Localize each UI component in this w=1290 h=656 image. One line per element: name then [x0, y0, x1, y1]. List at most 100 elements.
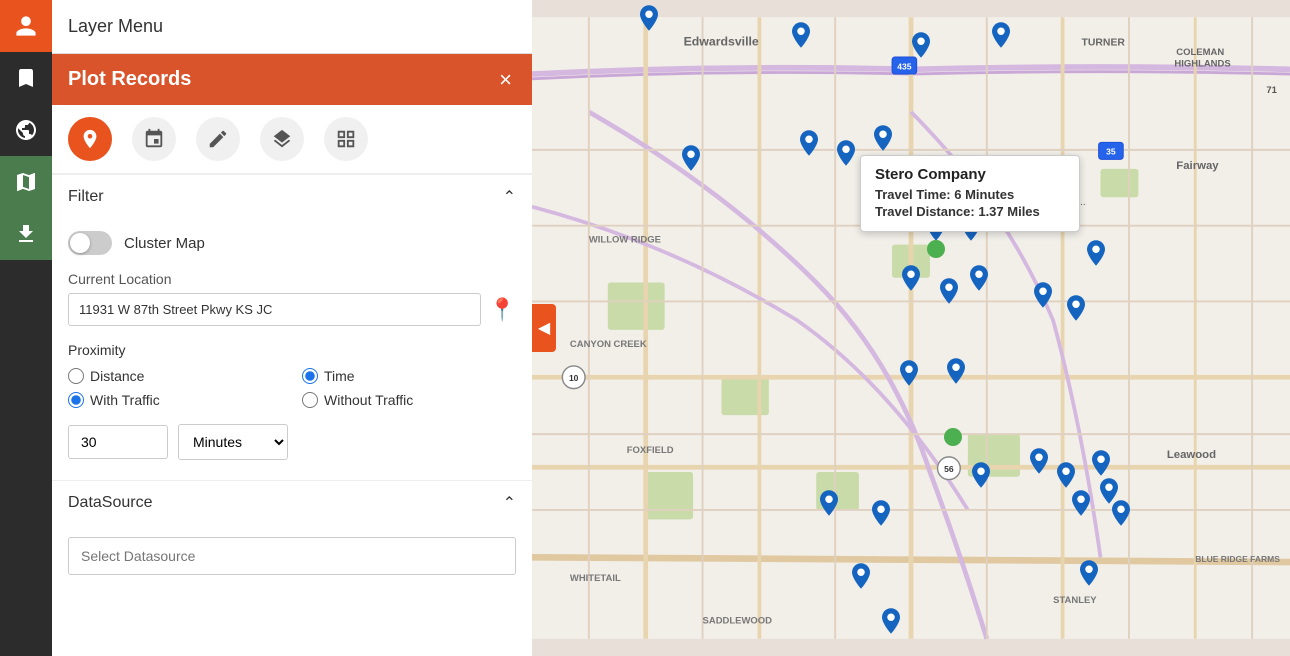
datasource-input[interactable] — [68, 537, 516, 575]
svg-text:WHITETAIL: WHITETAIL — [570, 573, 621, 584]
map-popup: Stero Company Travel Time: 6 Minutes Tra… — [860, 155, 1080, 232]
layer-menu-header: Layer Menu — [52, 0, 532, 54]
svg-text:71: 71 — [1266, 85, 1277, 96]
tab-grid[interactable] — [324, 117, 368, 161]
map-pin-5[interactable] — [682, 145, 700, 176]
svg-text:435: 435 — [897, 61, 911, 71]
svg-text:TURNER: TURNER — [1082, 38, 1126, 49]
with-traffic-radio[interactable] — [68, 392, 84, 408]
popup-travel-time: Travel Time: 6 Minutes — [875, 187, 1065, 202]
location-input[interactable] — [68, 293, 481, 326]
without-traffic-label: Without Traffic — [324, 392, 413, 408]
svg-text:CANYON CREEK: CANYON CREEK — [570, 339, 647, 350]
map-pin-16[interactable] — [1034, 282, 1052, 313]
map-toggle-button[interactable]: ◀ — [532, 304, 556, 352]
datasource-label: DataSource — [68, 494, 153, 512]
datasource-section-content — [52, 525, 532, 595]
svg-text:56: 56 — [944, 464, 954, 474]
map-pin-12[interactable] — [1087, 240, 1105, 271]
map-pin-4[interactable] — [992, 22, 1010, 53]
map-pin-17[interactable] — [1067, 295, 1085, 326]
map-pin-22[interactable] — [972, 462, 990, 493]
tab-icons-row — [52, 105, 532, 174]
map-pin-28[interactable] — [1112, 500, 1130, 531]
filter-section-header[interactable]: Filter ⌃ — [52, 174, 532, 219]
svg-text:10: 10 — [569, 373, 579, 383]
plot-records-title: Plot Records — [68, 68, 191, 91]
map-pin-26[interactable] — [1072, 490, 1090, 521]
time-radio[interactable] — [302, 368, 318, 384]
current-location-pin — [927, 240, 945, 263]
map-pin-13[interactable] — [902, 265, 920, 296]
tab-layers[interactable] — [260, 117, 304, 161]
unit-select[interactable]: Minutes Hours — [178, 424, 288, 460]
map-pin-21[interactable] — [872, 500, 890, 531]
map-pin-20[interactable] — [820, 490, 838, 521]
map-pin-8[interactable] — [874, 125, 892, 156]
filter-label: Filter — [68, 188, 104, 206]
svg-text:FOXFIELD: FOXFIELD — [627, 445, 674, 456]
panel-area: Layer Menu Plot Records × — [52, 0, 532, 656]
map-pin-24[interactable] — [1057, 462, 1075, 493]
map-pin-7[interactable] — [837, 140, 855, 171]
map-pin-31[interactable] — [882, 608, 900, 639]
popup-company: Stero Company — [875, 166, 1065, 183]
svg-text:BLUE RIDGE FARMS: BLUE RIDGE FARMS — [1195, 554, 1280, 564]
tab-location[interactable] — [68, 117, 112, 161]
map-area[interactable]: ◀ — [532, 0, 1290, 656]
distance-radio[interactable] — [68, 368, 84, 384]
without-traffic-radio-label[interactable]: Without Traffic — [302, 392, 516, 408]
without-traffic-radio[interactable] — [302, 392, 318, 408]
value-input[interactable] — [68, 425, 168, 459]
time-label: Time — [324, 368, 355, 384]
sidebar-globe-icon[interactable] — [0, 104, 52, 156]
time-radio-label[interactable]: Time — [302, 368, 516, 384]
close-button[interactable]: × — [495, 69, 516, 91]
svg-text:STANLEY: STANLEY — [1053, 595, 1097, 606]
cluster-map-toggle[interactable] — [68, 231, 112, 255]
sidebar — [0, 0, 52, 656]
svg-text:Fairway: Fairway — [1176, 160, 1219, 172]
location-pin-icon[interactable]: 📍 — [489, 297, 516, 323]
travel-time-label: Travel Time: — [875, 187, 951, 202]
svg-text:COLEMAN: COLEMAN — [1176, 47, 1224, 58]
plot-records-header: Plot Records × — [52, 54, 532, 105]
map-pin-14[interactable] — [940, 278, 958, 309]
travel-distance-value: 1.37 Miles — [978, 204, 1039, 219]
current-location-label: Current Location — [68, 271, 516, 287]
with-traffic-radio-label[interactable]: With Traffic — [68, 392, 282, 408]
svg-text:35: 35 — [1106, 147, 1116, 157]
map-pin-19[interactable] — [947, 358, 965, 389]
travel-distance-label: Travel Distance: — [875, 204, 975, 219]
panel-content: Filter ⌃ Cluster Map Current Location 📍 … — [52, 174, 532, 656]
sidebar-bookmark-icon[interactable] — [0, 52, 52, 104]
tab-pin[interactable] — [132, 117, 176, 161]
map-svg: Edwardsville TURNER COLEMAN HIGHLANDS Fa… — [532, 0, 1290, 656]
map-pin-30[interactable] — [1080, 560, 1098, 591]
map-pin-2[interactable] — [792, 22, 810, 53]
proximity-radio-grid: Distance Time With Traffic Without Traff… — [68, 368, 516, 408]
sidebar-download-icon[interactable] — [0, 208, 52, 260]
distance-label: Distance — [90, 368, 144, 384]
map-pin-15[interactable] — [970, 265, 988, 296]
with-traffic-label: With Traffic — [90, 392, 160, 408]
sidebar-map-icon[interactable] — [0, 156, 52, 208]
map-pin-3[interactable] — [912, 32, 930, 63]
proximity-label: Proximity — [68, 342, 516, 358]
map-pin-18[interactable] — [900, 360, 918, 391]
filter-section-content: Cluster Map Current Location 📍 Proximity… — [52, 219, 532, 480]
location-row: 📍 — [68, 293, 516, 326]
map-pin-29[interactable] — [852, 563, 870, 594]
map-pin-6[interactable] — [800, 130, 818, 161]
value-row: Minutes Hours — [68, 424, 516, 460]
map-pin-23[interactable] — [1030, 448, 1048, 479]
map-pin-1[interactable] — [640, 5, 658, 36]
tab-edit[interactable] — [196, 117, 240, 161]
datasource-section-header[interactable]: DataSource ⌃ — [52, 480, 532, 525]
map-pin-25[interactable] — [1092, 450, 1110, 481]
sidebar-person-icon[interactable] — [0, 0, 52, 52]
datasource-collapse-icon: ⌃ — [503, 493, 516, 513]
distance-radio-label[interactable]: Distance — [68, 368, 282, 384]
svg-text:WILLOW RIDGE: WILLOW RIDGE — [589, 235, 661, 246]
cluster-map-row: Cluster Map — [68, 231, 516, 255]
